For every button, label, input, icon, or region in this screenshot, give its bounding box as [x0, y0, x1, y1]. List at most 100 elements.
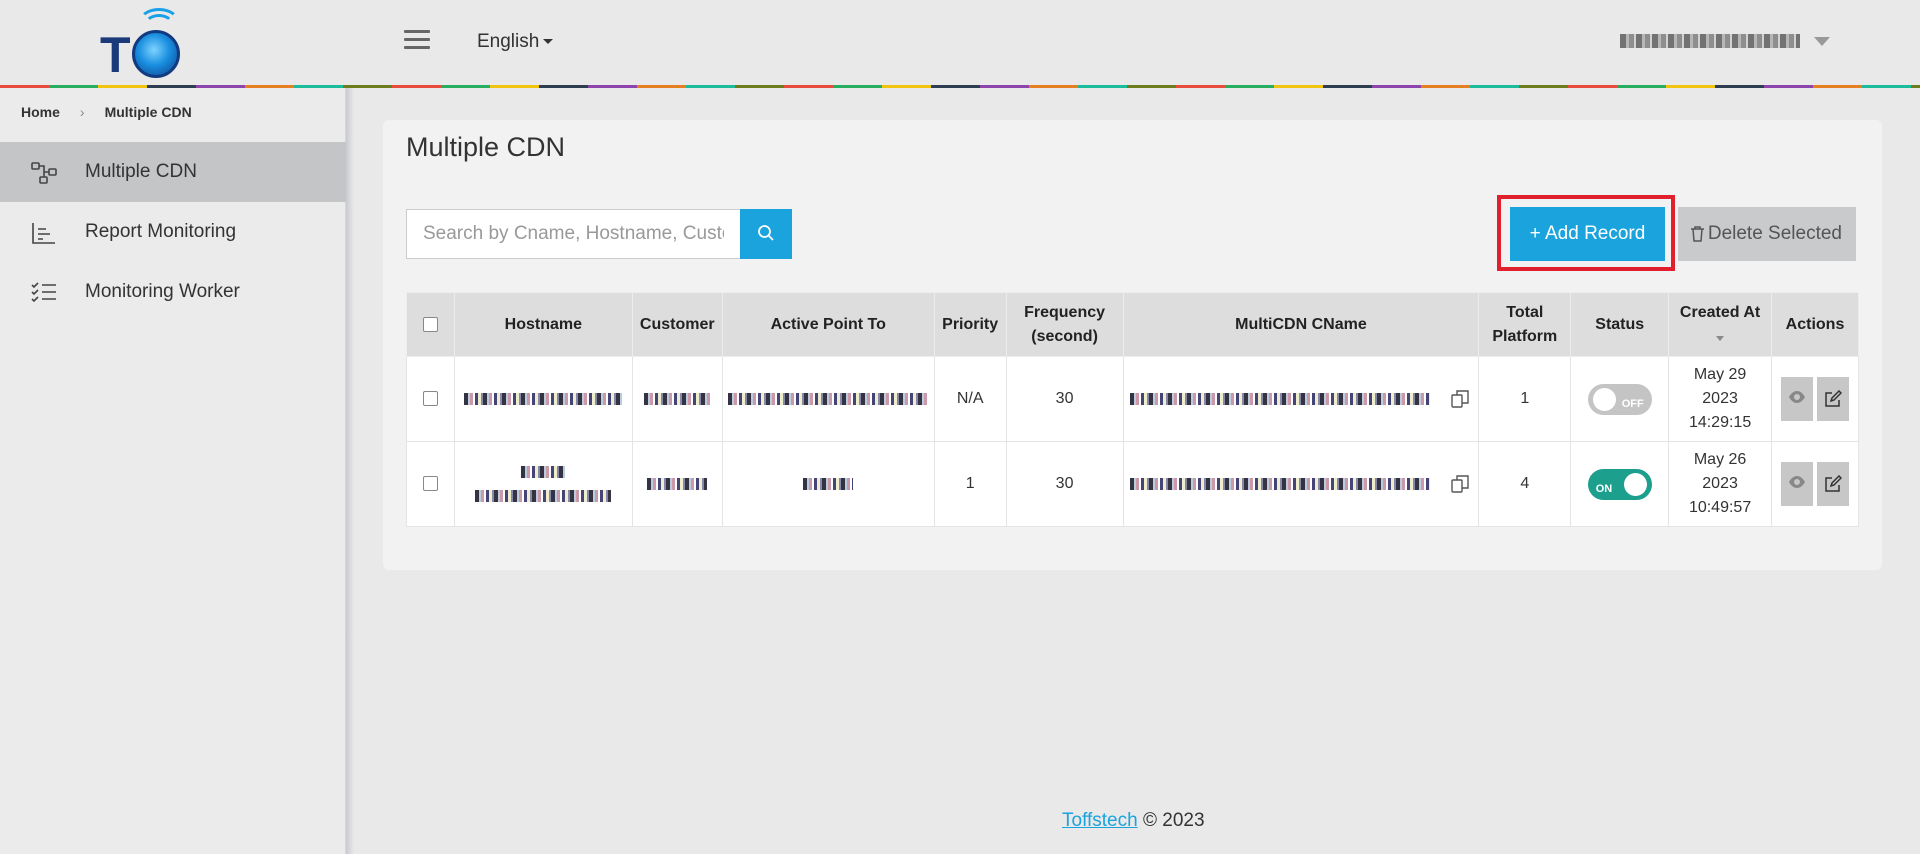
multicdn-cname-cell [1122, 441, 1480, 527]
sidebar-item-monitoring-worker[interactable]: Monitoring Worker [0, 262, 346, 322]
table-row: 1 30 4 ON May 26 2023 10:49:57 [406, 441, 1859, 527]
actions-cell [1771, 356, 1859, 442]
created-time: 14:29:15 [1688, 414, 1752, 431]
select-all-checkbox[interactable] [422, 316, 438, 332]
footer-link[interactable]: Toffstech [1062, 810, 1138, 831]
view-button[interactable] [1781, 462, 1813, 506]
edit-icon [1825, 475, 1842, 492]
sidebar-item-report-monitoring[interactable]: Report Monitoring [0, 202, 346, 262]
sidebar-item-label: Multiple CDN [85, 161, 197, 182]
breadcrumb-current: Multiple CDN [104, 104, 192, 120]
toffs-logo[interactable]: TFFS [100, 8, 250, 130]
hostname-redacted [521, 465, 566, 478]
menu-toggle-icon[interactable] [404, 30, 430, 54]
created-at-cell: May 26 2023 10:49:57 [1668, 441, 1773, 527]
network-icon [31, 162, 57, 184]
eye-icon [1789, 391, 1805, 403]
logo-globe-icon [132, 30, 180, 78]
row-checkbox[interactable] [422, 391, 438, 407]
user-email-redacted [1620, 34, 1800, 48]
sidebar-item-multiple-cdn[interactable]: Multiple CDN [0, 142, 346, 202]
breadcrumb: Home › Multiple CDN [21, 104, 192, 120]
header-created-at-label: Created At [1679, 303, 1761, 321]
sidebar-item-label: Monitoring Worker [85, 281, 240, 302]
header-priority[interactable]: Priority [933, 292, 1007, 357]
row-select [406, 356, 455, 442]
priority-cell: 1 [933, 441, 1007, 527]
search-input[interactable] [406, 209, 740, 259]
sort-desc-icon[interactable] [1716, 335, 1725, 341]
customer-cell [631, 356, 723, 442]
created-year: 2023 [1702, 475, 1738, 492]
header-actions: Actions [1771, 292, 1859, 357]
cname-redacted [1129, 392, 1430, 405]
toggle-knob [1623, 472, 1647, 496]
delete-selected-button[interactable]: Delete Selected [1678, 207, 1856, 261]
top-header: TFFS English [0, 0, 1920, 130]
created-time: 10:49:57 [1688, 499, 1752, 516]
chevron-down-icon [543, 39, 554, 45]
header-customer[interactable]: Customer [631, 292, 723, 357]
hostname-cell [453, 356, 633, 442]
created-date: May 26 [1693, 451, 1747, 468]
header-created-at[interactable]: Created At [1668, 292, 1773, 357]
status-toggle[interactable]: OFF [1587, 383, 1652, 415]
toggle-label: OFF [1621, 397, 1644, 410]
row-checkbox[interactable] [422, 476, 438, 492]
hostname-redacted [475, 489, 612, 502]
view-button[interactable] [1781, 377, 1813, 421]
copy-icon[interactable] [1450, 474, 1470, 494]
created-date: May 29 [1693, 366, 1747, 383]
header-hostname[interactable]: Hostname [453, 292, 633, 357]
language-dropdown[interactable]: English [477, 31, 554, 53]
content-card: Multiple CDN + Add Record Delete Selecte… [383, 120, 1882, 570]
trash-icon [1691, 226, 1704, 242]
header-frequency[interactable]: Frequency (second) [1005, 292, 1124, 357]
status-cell: ON [1570, 441, 1670, 527]
hostname-redacted [464, 392, 623, 405]
caret-down-icon [1814, 37, 1830, 46]
table-header-row: Hostname Customer Active Point To Priori… [406, 292, 1859, 357]
multicdn-cname-cell [1122, 356, 1480, 442]
active-point-to-cell [721, 356, 935, 442]
customer-cell [631, 441, 723, 527]
search-bar [406, 209, 792, 259]
active-point-to-cell [721, 441, 935, 527]
table-row: N/A 30 1 OFF May 29 2023 14:29:15 [406, 356, 1859, 442]
breadcrumb-home[interactable]: Home [21, 104, 60, 120]
add-record-button[interactable]: + Add Record [1510, 207, 1665, 261]
footer-copyright: © 2023 [1142, 810, 1205, 831]
header-total-platform[interactable]: Total Platform [1478, 292, 1572, 357]
edit-icon [1825, 390, 1842, 407]
edit-button[interactable] [1817, 377, 1849, 421]
frequency-cell: 30 [1005, 441, 1124, 527]
edit-button[interactable] [1817, 462, 1849, 506]
total-platform-cell: 1 [1478, 356, 1572, 442]
checklist-icon [31, 282, 56, 303]
eye-icon [1789, 476, 1805, 488]
user-menu[interactable] [1620, 31, 1840, 53]
language-label: English [477, 31, 540, 52]
customer-redacted [644, 392, 711, 405]
copy-icon[interactable] [1450, 389, 1470, 409]
search-icon [758, 224, 774, 241]
header-frequency-label: Frequency (second) [1024, 303, 1106, 345]
total-platform-cell: 4 [1478, 441, 1572, 527]
header-status[interactable]: Status [1570, 292, 1670, 357]
header-active-point-to[interactable]: Active Point To [721, 292, 935, 357]
header-select-all [406, 292, 455, 357]
header-multicdn-cname[interactable]: MultiCDN CName [1122, 292, 1480, 357]
cname-redacted [1129, 477, 1430, 490]
sidebar-item-label: Report Monitoring [85, 221, 237, 242]
priority-cell: N/A [933, 356, 1007, 442]
created-at-cell: May 29 2023 14:29:15 [1668, 356, 1773, 442]
status-cell: OFF [1570, 356, 1670, 442]
status-toggle[interactable]: ON [1587, 468, 1652, 500]
search-button[interactable] [740, 209, 792, 259]
footer: Toffstech © 2023 [1062, 810, 1205, 832]
toggle-label: ON [1595, 482, 1613, 495]
delete-selected-label: Delete Selected [1707, 223, 1842, 244]
sidebar-shadow [346, 88, 354, 854]
actions-cell [1771, 441, 1859, 527]
toggle-knob [1592, 387, 1616, 411]
